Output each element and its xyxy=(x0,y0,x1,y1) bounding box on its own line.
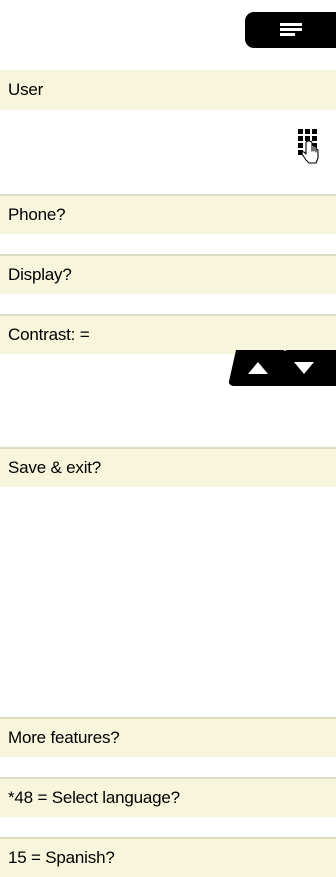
menu-icon xyxy=(279,23,302,37)
save-exit-row[interactable]: Save & exit? xyxy=(0,447,336,487)
arrow-up-icon xyxy=(247,361,269,375)
arrow-down-icon xyxy=(294,362,314,374)
select-language-label: *48 = Select language? xyxy=(8,788,180,807)
spanish-label: 15 = Spanish? xyxy=(8,848,115,867)
contrast-label: Contrast: = xyxy=(8,325,90,344)
display-label: Display? xyxy=(8,265,72,284)
keypad-hand-icon xyxy=(298,129,319,164)
save-exit-label: Save & exit? xyxy=(8,458,102,477)
phone-row[interactable]: Phone? xyxy=(0,194,336,234)
menu-button[interactable] xyxy=(245,12,336,48)
select-language-row[interactable]: *48 = Select language? xyxy=(0,777,336,817)
contrast-row[interactable]: Contrast: = xyxy=(0,314,336,354)
display-row[interactable]: Display? xyxy=(0,254,336,294)
phone-label: Phone? xyxy=(8,205,66,224)
more-features-row[interactable]: More features? xyxy=(0,717,336,757)
more-features-label: More features? xyxy=(8,728,120,747)
user-label: User xyxy=(8,80,44,99)
spanish-row[interactable]: 15 = Spanish? xyxy=(0,837,336,877)
user-row[interactable]: User xyxy=(0,70,336,110)
arrow-keys: / xyxy=(228,350,336,386)
